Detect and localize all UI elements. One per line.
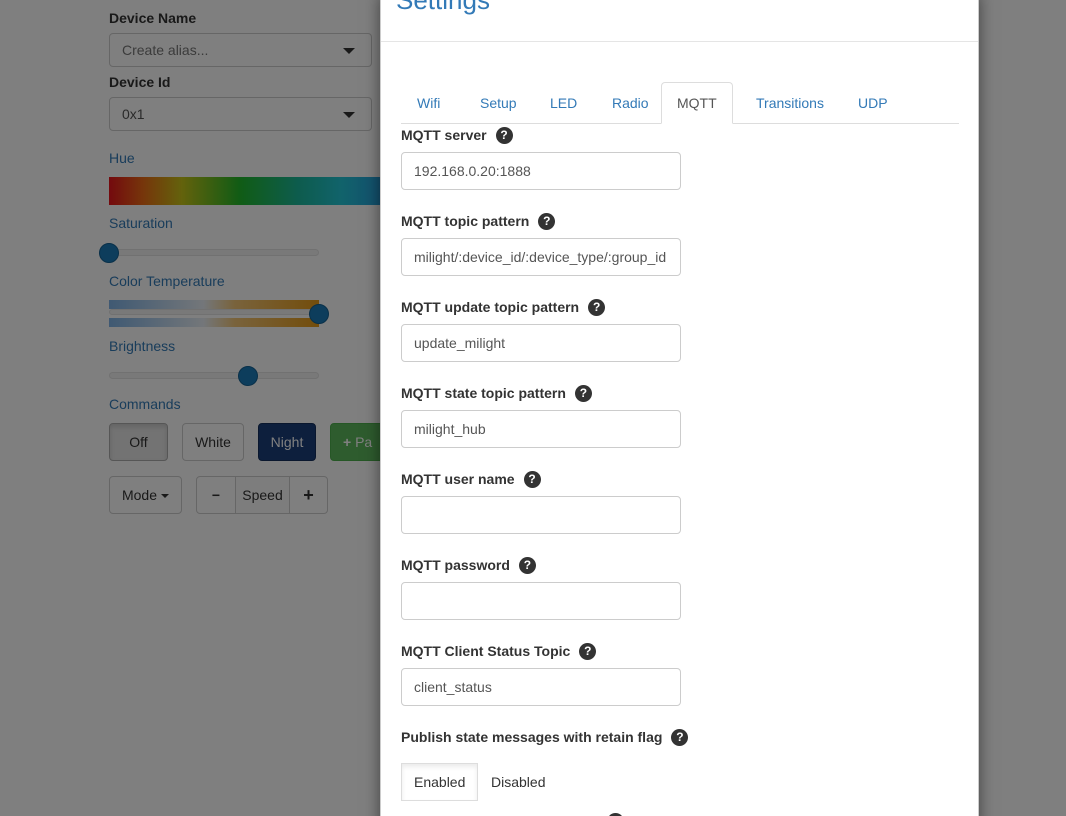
mqtt-update-topic-pattern-label: MQTT update topic pattern?	[401, 299, 606, 316]
retain-flag-label: Publish state messages with retain flag?	[401, 729, 689, 746]
tab-udp[interactable]: UDP	[842, 82, 904, 124]
mqtt-client-status-topic-label-text: MQTT Client Status Topic	[401, 643, 571, 659]
help-icon[interactable]: ?	[518, 557, 536, 574]
settings-modal: Settings Wifi Setup LED Radio MQTT Trans…	[380, 0, 979, 816]
modal-header-divider	[381, 41, 978, 42]
mqtt-password-label-text: MQTT password	[401, 557, 510, 573]
mqtt-update-topic-pattern-label-text: MQTT update topic pattern	[401, 299, 580, 315]
mqtt-user-name-label-text: MQTT user name	[401, 471, 515, 487]
help-icon[interactable]: ?	[588, 299, 606, 316]
tab-wifi[interactable]: Wifi	[401, 82, 456, 124]
mqtt-user-name-input[interactable]	[401, 496, 681, 534]
settings-tabs: Wifi Setup LED Radio MQTT Transitions UD…	[401, 82, 959, 124]
tab-setup[interactable]: Setup	[464, 82, 533, 124]
mqtt-server-label-text: MQTT server	[401, 127, 487, 143]
help-icon[interactable]: ?	[579, 643, 597, 660]
mqtt-state-topic-pattern-label-text: MQTT state topic pattern	[401, 385, 566, 401]
mqtt-update-topic-pattern-input[interactable]: update_milight	[401, 324, 681, 362]
mqtt-topic-pattern-label-text: MQTT topic pattern	[401, 213, 530, 229]
retain-flag-label-text: Publish state messages with retain flag	[401, 729, 663, 745]
mqtt-client-status-topic-label: MQTT Client Status Topic?	[401, 643, 597, 660]
mqtt-client-status-topic-input[interactable]: client_status	[401, 668, 681, 706]
mqtt-state-topic-pattern-label: MQTT state topic pattern?	[401, 385, 592, 402]
help-icon[interactable]: ?	[574, 385, 592, 402]
mqtt-state-topic-pattern-input[interactable]: milight_hub	[401, 410, 681, 448]
retain-enabled-option[interactable]: Enabled	[401, 763, 479, 801]
mqtt-server-input[interactable]: 192.168.0.20:1888	[401, 152, 681, 190]
tab-led[interactable]: LED	[534, 82, 593, 124]
tab-mqtt[interactable]: MQTT	[661, 82, 733, 124]
tab-radio[interactable]: Radio	[596, 82, 665, 124]
retain-disabled-option[interactable]: Disabled	[478, 763, 558, 801]
help-icon[interactable]: ?	[495, 127, 513, 144]
help-icon[interactable]: ?	[523, 471, 541, 488]
mqtt-user-name-label: MQTT user name?	[401, 471, 541, 488]
mqtt-password-input[interactable]	[401, 582, 681, 620]
help-icon[interactable]: ?	[538, 213, 556, 230]
mqtt-topic-pattern-label: MQTT topic pattern?	[401, 213, 556, 230]
mqtt-server-label: MQTT server?	[401, 127, 513, 144]
mqtt-topic-pattern-input[interactable]: milight/:device_id/:device_type/:group_i…	[401, 238, 681, 276]
tab-transitions[interactable]: Transitions	[740, 82, 840, 124]
help-icon[interactable]: ?	[671, 729, 689, 746]
mqtt-password-label: MQTT password?	[401, 557, 536, 574]
modal-title: Settings	[396, 0, 490, 15]
